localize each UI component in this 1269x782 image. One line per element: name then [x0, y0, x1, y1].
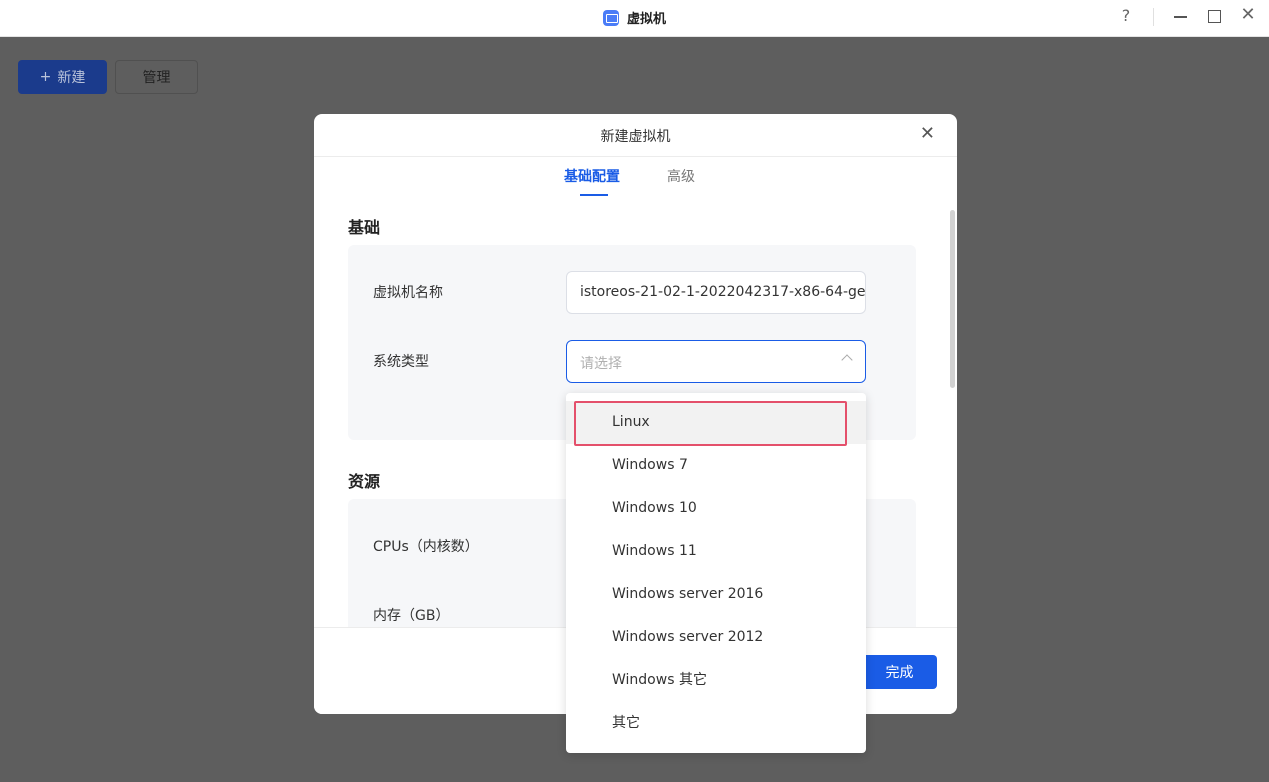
os-type-select[interactable]: 请选择: [566, 340, 866, 383]
app-title-text: 虚拟机: [627, 12, 667, 27]
highlight-box: [574, 401, 847, 446]
window-close-button[interactable]: ✕: [1236, 4, 1260, 25]
section-resources-title: 资源: [348, 472, 381, 491]
section-basic-title: 基础: [348, 218, 381, 237]
dialog-title: 新建虚拟机: [600, 129, 671, 145]
scrollbar[interactable]: [950, 210, 955, 388]
dialog-close-icon[interactable]: ✕: [920, 123, 935, 144]
tabs: 基础配置 高级: [314, 166, 957, 198]
option-windows-7[interactable]: Windows 7: [566, 444, 866, 487]
option-other[interactable]: 其它: [566, 702, 866, 745]
vm-name-input[interactable]: istoreos-21-02-1-2022042317-x86-64-gener…: [566, 271, 866, 314]
os-type-placeholder: 请选择: [580, 356, 622, 372]
option-windows-10[interactable]: Windows 10: [566, 487, 866, 530]
vm-name-label: 虚拟机名称: [373, 285, 443, 301]
dialog-header: 新建虚拟机 ✕: [314, 114, 957, 157]
option-windows-server-2012[interactable]: Windows server 2012: [566, 616, 866, 659]
chevron-up-icon: [841, 354, 853, 366]
os-type-label: 系统类型: [373, 354, 429, 370]
cpu-label: CPUs（内核数）: [373, 539, 479, 555]
divider: [1153, 8, 1154, 26]
manage-button[interactable]: 管理: [115, 60, 198, 94]
option-windows-11[interactable]: Windows 11: [566, 530, 866, 573]
memory-label: 内存（GB）: [373, 608, 450, 624]
plus-icon: +: [39, 69, 52, 85]
tab-basic-config[interactable]: 基础配置: [564, 166, 620, 196]
new-button-label: 新建: [57, 70, 86, 86]
virtual-machine-icon: [603, 9, 619, 26]
option-windows-server-2016[interactable]: Windows server 2016: [566, 573, 866, 616]
maximize-icon: [1207, 10, 1221, 23]
done-button[interactable]: 完成: [862, 655, 937, 689]
new-button[interactable]: + 新建: [18, 60, 107, 94]
title-bar: 虚拟机 ? ✕: [0, 0, 1269, 37]
option-windows-other[interactable]: Windows 其它: [566, 659, 866, 702]
help-button[interactable]: ?: [1114, 6, 1138, 25]
minimize-icon: [1173, 16, 1187, 18]
app-title: 虚拟机: [603, 8, 666, 27]
minimize-button[interactable]: [1168, 6, 1192, 18]
tab-advanced[interactable]: 高级: [667, 166, 695, 186]
maximize-button[interactable]: [1202, 6, 1226, 23]
os-type-dropdown: Linux Windows 7 Windows 10 Windows 11 Wi…: [566, 393, 866, 753]
